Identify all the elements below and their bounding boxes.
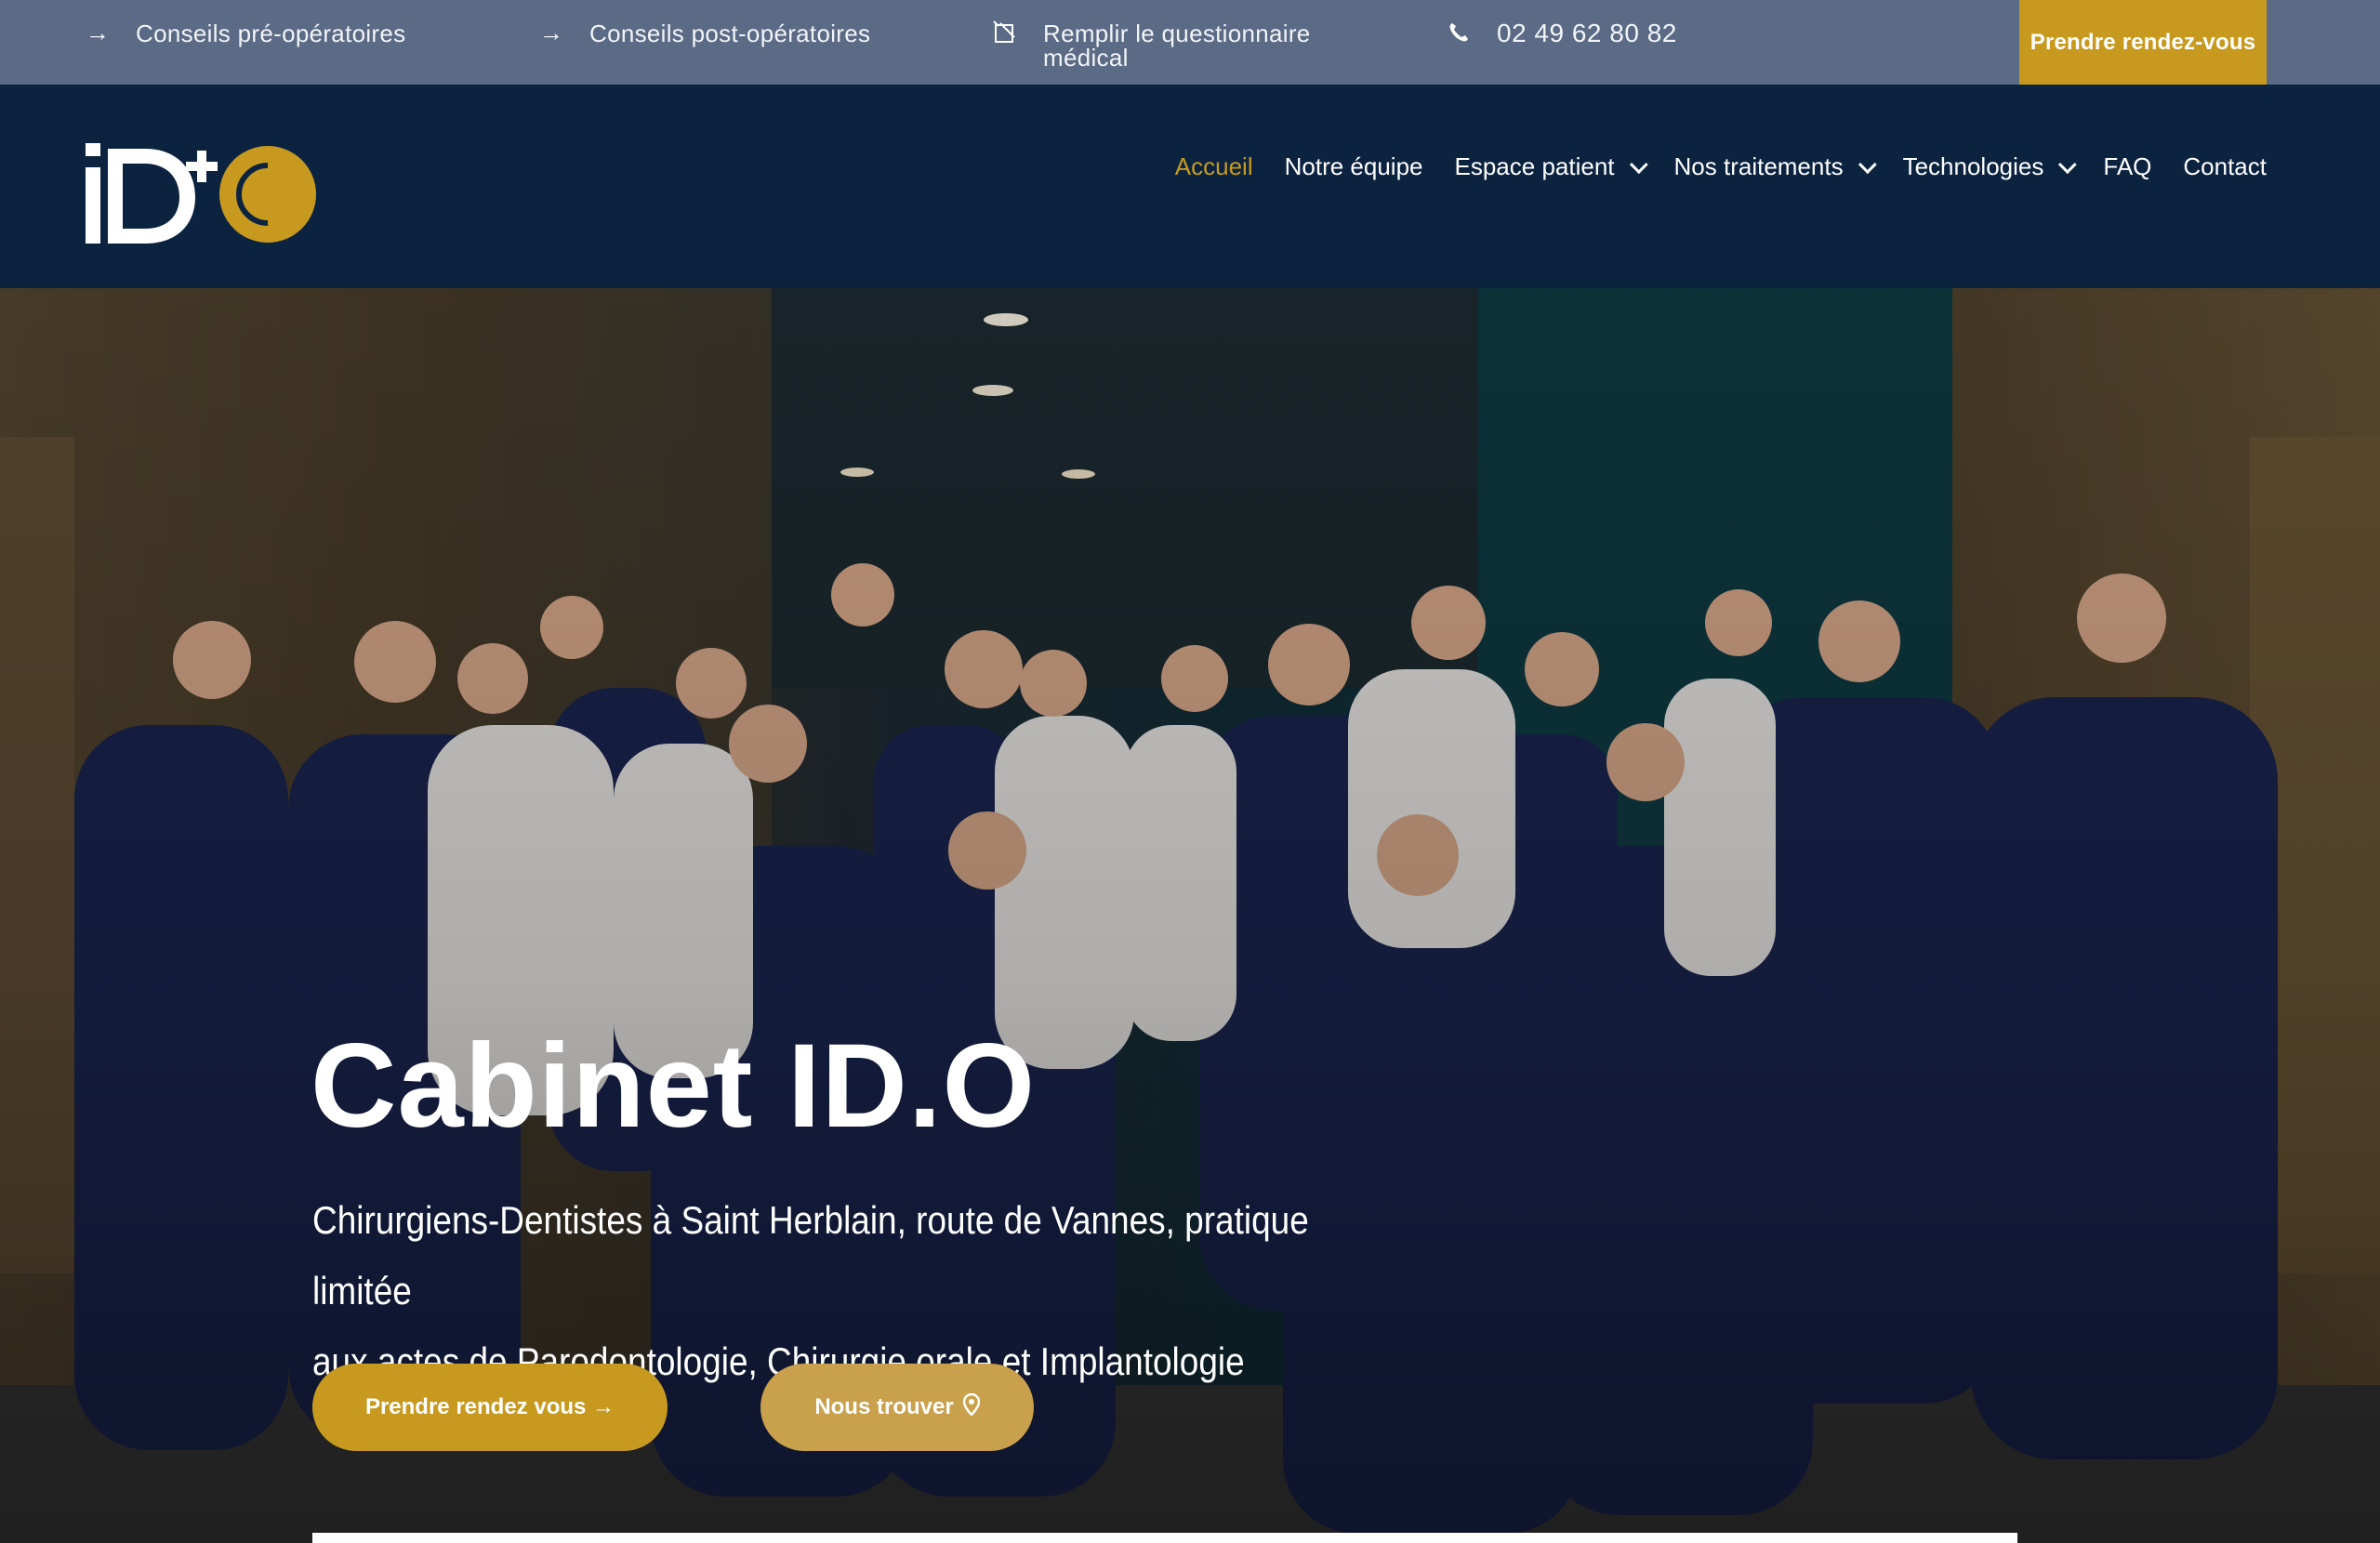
- main-header: Accueil Notre équipe Espace patient Nos …: [0, 85, 2380, 288]
- map-pin-icon: [962, 1392, 980, 1422]
- form-icon: [993, 19, 1017, 46]
- nav-accueil-label: Accueil: [1174, 152, 1253, 180]
- hero-appointment-button[interactable]: Prendre rendez vous →: [312, 1364, 668, 1451]
- nav-notre-equipe-label: Notre équipe: [1284, 152, 1423, 180]
- section-divider: [312, 1533, 2017, 1543]
- nav-notre-equipe[interactable]: Notre équipe: [1285, 152, 1423, 181]
- phone-number: 02 49 62 80 82: [1497, 19, 1677, 47]
- find-us-label: Nous trouver: [814, 1394, 954, 1419]
- hero-appointment-label: Prendre rendez vous →: [364, 1394, 615, 1419]
- nav-espace-patient[interactable]: Espace patient: [1454, 152, 1648, 181]
- find-us-button[interactable]: Nous trouver: [760, 1364, 1034, 1451]
- link-questionnaire-label: Remplir le questionnaire médical: [1043, 19, 1311, 70]
- nav-technologies-label: Technologies: [1902, 152, 2044, 180]
- top-bar: → Conseils pré-opératoires → Conseils po…: [0, 0, 2380, 85]
- link-questionnaire[interactable]: Remplir le questionnaire médical: [993, 0, 1311, 85]
- hero-subtitle-line1: Chirurgiens-Dentistes à Saint Herblain, …: [312, 1198, 1309, 1312]
- link-pre-op[interactable]: → Conseils pré-opératoires: [86, 0, 405, 85]
- arrow-right-icon: →: [85, 19, 111, 46]
- nav-faq[interactable]: FAQ: [2103, 152, 2151, 181]
- hero-title-display: Cabinet ID.O: [311, 1020, 1037, 1153]
- chevron-down-icon: [1629, 154, 1648, 174]
- chevron-down-icon: [1858, 154, 1877, 174]
- nav-technologies[interactable]: Technologies: [1902, 152, 2078, 181]
- nav-accueil[interactable]: Accueil: [1175, 152, 1253, 181]
- link-post-op-label: Conseils post-opératoires: [589, 20, 871, 47]
- link-pre-op-label: Conseils pré-opératoires: [136, 20, 406, 47]
- nav-nos-traitements-label: Nos traitements: [1673, 152, 1844, 180]
- site-logo[interactable]: [86, 143, 327, 245]
- arrow-right-icon: →: [538, 19, 564, 46]
- nav-nos-traitements[interactable]: Nos traitements: [1673, 152, 1877, 181]
- nav-faq-label: FAQ: [2103, 152, 2152, 180]
- nav-contact-label: Contact: [2183, 152, 2267, 180]
- link-post-op[interactable]: → Conseils post-opératoires: [539, 0, 870, 85]
- phone-link[interactable]: 02 49 62 80 82: [1447, 0, 1677, 85]
- nav-espace-patient-label: Espace patient: [1454, 152, 1615, 180]
- top-appointment-button[interactable]: Prendre rendez-vous: [2019, 0, 2267, 85]
- link-questionnaire-line2: médical: [1043, 44, 1129, 72]
- phone-icon: [1447, 19, 1471, 46]
- nav-contact[interactable]: Contact: [2183, 152, 2267, 181]
- chevron-down-icon: [2058, 154, 2078, 174]
- main-nav: Accueil Notre équipe Espace patient Nos …: [1175, 152, 2267, 181]
